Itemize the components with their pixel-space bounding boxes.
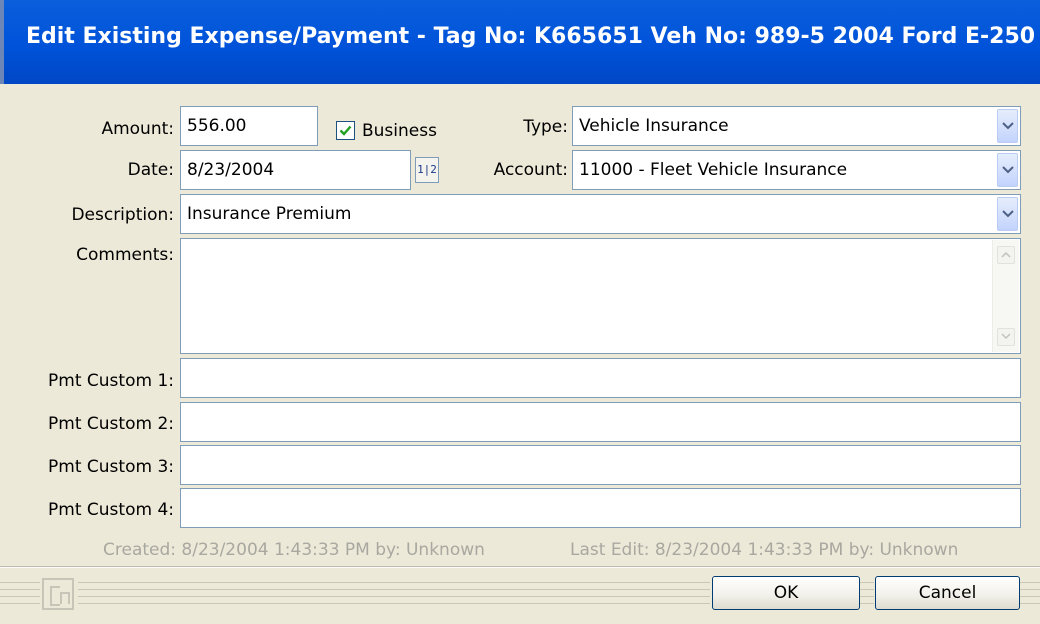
date-label: Date: [127, 160, 174, 180]
cancel-button[interactable]: Cancel [875, 576, 1020, 610]
pmt-custom-2-label: Pmt Custom 2: [48, 414, 174, 434]
groove-line [0, 589, 40, 590]
comments-scrollbar[interactable] [992, 240, 1019, 352]
description-select-value: Insurance Premium [187, 204, 352, 224]
type-select-value: Vehicle Insurance [579, 116, 729, 136]
window-title: Edit Existing Expense/Payment - Tag No: … [26, 24, 1036, 49]
scroll-up-button[interactable] [997, 246, 1015, 264]
account-select-value: 11000 - Fleet Vehicle Insurance [579, 160, 848, 180]
groove-line [860, 603, 874, 604]
comments-label: Comments: [76, 245, 174, 265]
pmt-custom-3-label: Pmt Custom 3: [48, 457, 174, 477]
groove-line [78, 589, 710, 590]
groove-line [78, 596, 710, 597]
groove-line [860, 596, 874, 597]
created-info: Created: 8/23/2004 1:43:33 PM by: Unknow… [103, 540, 485, 560]
groove-line [1020, 596, 1040, 597]
groove-line [860, 589, 874, 590]
account-select[interactable]: 11000 - Fleet Vehicle Insurance [572, 150, 1021, 190]
description-label: Description: [71, 205, 174, 225]
account-label: Account: [493, 160, 568, 180]
groove-line [1020, 589, 1040, 590]
amount-input[interactable]: 556.00 [180, 106, 318, 146]
bottombar-highlight [0, 567, 1040, 568]
business-checkbox[interactable] [336, 121, 355, 140]
groove-line [0, 603, 40, 604]
type-select[interactable]: Vehicle Insurance [572, 106, 1021, 146]
chevron-down-icon [1002, 210, 1014, 218]
amount-label: Amount: [101, 119, 174, 139]
chevron-down-icon [1002, 166, 1014, 174]
calendar-icon: 1|2 [417, 163, 437, 176]
button-bar: OK Cancel [0, 566, 1040, 624]
groove-line [0, 596, 40, 597]
chevron-up-icon [1001, 251, 1011, 258]
chevron-down-icon [1001, 333, 1011, 340]
pmt-custom-4-input[interactable] [180, 488, 1021, 528]
app-logo-icon [42, 578, 74, 610]
chevron-down-icon [1002, 122, 1014, 130]
groove-line [1020, 582, 1040, 583]
groove-line [0, 582, 40, 583]
ok-button[interactable]: OK [712, 576, 860, 610]
comments-textarea[interactable] [180, 238, 1021, 354]
scroll-down-button[interactable] [997, 328, 1015, 346]
title-bar-edge [0, 0, 4, 84]
pmt-custom-2-input[interactable] [180, 402, 1021, 442]
checkmark-icon [339, 125, 352, 136]
account-dropdown-button[interactable] [997, 153, 1018, 187]
type-label: Type: [523, 117, 568, 137]
groove-line [78, 582, 710, 583]
groove-line [860, 582, 874, 583]
pmt-custom-1-input[interactable] [180, 358, 1021, 398]
groove-line [1020, 603, 1040, 604]
business-label: Business [362, 121, 437, 141]
type-dropdown-button[interactable] [997, 109, 1018, 143]
pmt-custom-4-label: Pmt Custom 4: [48, 500, 174, 520]
date-input[interactable]: 8/23/2004 [180, 150, 411, 190]
last-edit-info: Last Edit: 8/23/2004 1:43:33 PM by: Unkn… [570, 540, 959, 560]
description-dropdown-button[interactable] [997, 197, 1018, 231]
title-bar[interactable]: Edit Existing Expense/Payment - Tag No: … [0, 0, 1040, 84]
description-select[interactable]: Insurance Premium [180, 194, 1021, 234]
pmt-custom-3-input[interactable] [180, 445, 1021, 485]
groove-line [78, 603, 710, 604]
calendar-button[interactable]: 1|2 [415, 157, 439, 183]
pmt-custom-1-label: Pmt Custom 1: [48, 371, 174, 391]
